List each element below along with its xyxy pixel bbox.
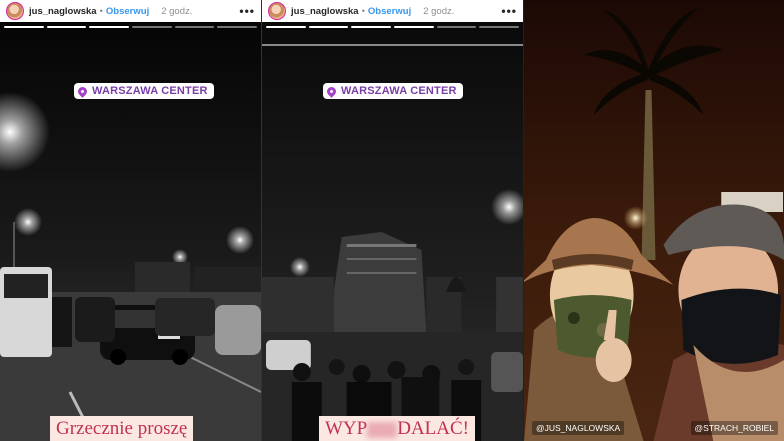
follow-button[interactable]: Obserwuj	[106, 6, 149, 17]
location-label: WARSZAWA CENTER	[92, 85, 208, 97]
username[interactable]: jus_naglowska	[291, 6, 359, 17]
story-progress	[266, 26, 520, 28]
story-panel-1[interactable]: jus_naglowska • Obserwuj 2 godz. ••• WAR…	[0, 0, 261, 441]
location-sticker[interactable]: WARSZAWA CENTER	[74, 83, 214, 99]
username[interactable]: jus_naglowska	[29, 6, 97, 17]
caption-text-start: WYP	[325, 418, 368, 439]
follow-button[interactable]: Obserwuj	[368, 6, 411, 17]
location-label: WARSZAWA CENTER	[341, 85, 457, 97]
censor-blur	[367, 421, 398, 438]
story-caption: Grzecznie proszę	[50, 416, 194, 441]
selfie-photo	[524, 0, 784, 441]
more-options-icon[interactable]: •••	[239, 4, 255, 18]
caption-text: Grzecznie proszę	[56, 418, 188, 439]
story-header: jus_naglowska • Obserwuj 2 godz. •••	[0, 0, 261, 22]
story-panel-2[interactable]: jus_naglowska • Obserwuj 2 godz. ••• WAR…	[261, 0, 523, 441]
timestamp: 2 godz.	[161, 5, 193, 17]
timestamp: 2 godz.	[423, 5, 455, 17]
caption-text-end: DALAĆ!	[397, 418, 470, 439]
mention-tag-right[interactable]: @STRACH_ROBIEL	[690, 421, 778, 435]
location-sticker[interactable]: WARSZAWA CENTER	[323, 83, 463, 99]
location-pin-icon	[76, 84, 89, 98]
story-progress	[4, 26, 258, 28]
location-pin-icon	[325, 84, 338, 98]
story-caption: WYP DALAĆ!	[319, 416, 476, 441]
more-options-icon[interactable]: •••	[501, 4, 517, 18]
selfie-panel[interactable]: @JUS_NAGLOWSKA @STRACH_ROBIEL	[523, 0, 784, 441]
mention-tag-left[interactable]: @JUS_NAGLOWSKA	[532, 421, 625, 435]
separator: •	[99, 5, 103, 17]
avatar[interactable]	[268, 2, 286, 20]
separator: •	[361, 5, 365, 17]
story-header: jus_naglowska • Obserwuj 2 godz. •••	[262, 0, 523, 22]
avatar[interactable]	[6, 2, 24, 20]
